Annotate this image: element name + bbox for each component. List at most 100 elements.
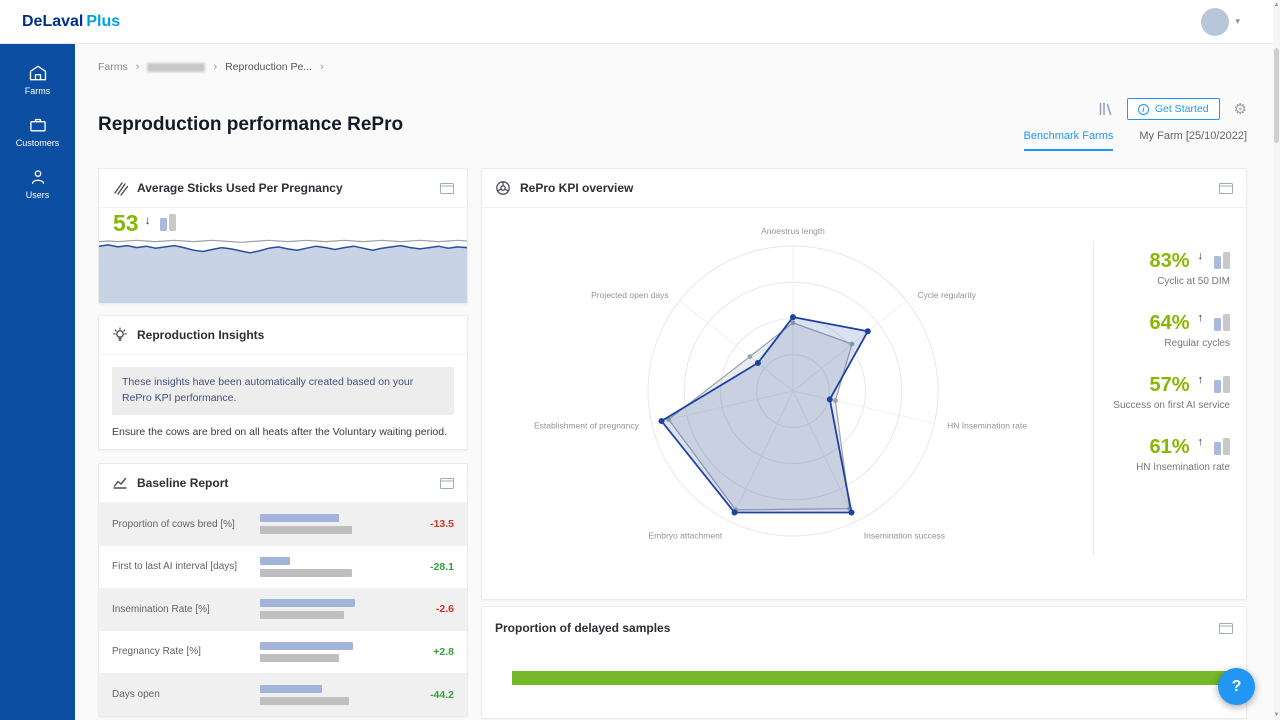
- sticks-value: 53: [113, 213, 139, 235]
- row-label: Proportion of cows bred [%]: [112, 518, 260, 532]
- row-value: +2.8: [357, 646, 454, 658]
- svg-text:Embryo attachment: Embryo attachment: [648, 531, 722, 541]
- view-tabs: Benchmark Farms My Farm [25/10/2022]: [1024, 130, 1247, 151]
- divider: [1093, 241, 1094, 555]
- gear-icon[interactable]: ⚙: [1234, 102, 1247, 117]
- expand-icon[interactable]: [1219, 623, 1233, 634]
- delayed-bar: [512, 671, 1232, 685]
- svg-text:Projected open days: Projected open days: [591, 290, 669, 300]
- brand-primary: DeLaval: [22, 13, 83, 30]
- sidebar-item-label: Users: [26, 190, 50, 200]
- table-row: Days open-44.2: [99, 673, 467, 716]
- get-started-button[interactable]: i Get Started: [1127, 98, 1220, 120]
- chevron-right-icon: ›: [213, 61, 217, 73]
- get-started-label: Get Started: [1155, 103, 1209, 115]
- expand-icon[interactable]: [440, 478, 454, 489]
- chevron-right-icon: ›: [136, 61, 140, 73]
- row-label: Pregnancy Rate [%]: [112, 645, 260, 659]
- card-title: Baseline Report: [137, 476, 228, 490]
- table-row: Pregnancy Rate [%] +2.8: [99, 631, 467, 674]
- breadcrumb-item-current[interactable]: Reproduction Pe...: [225, 61, 312, 73]
- tab-benchmark-farms[interactable]: Benchmark Farms: [1024, 130, 1114, 151]
- breadcrumb-item-farms[interactable]: Farms: [98, 61, 128, 73]
- tab-my-farm[interactable]: My Farm [25/10/2022]: [1139, 130, 1247, 151]
- kpi-stat: 64%↑Regular cycles: [1110, 313, 1230, 349]
- svg-text:Cycle regularity: Cycle regularity: [917, 290, 976, 300]
- expand-icon[interactable]: [440, 183, 454, 194]
- trend-down-icon: ↓: [145, 213, 151, 227]
- page-title: Reproduction performance RePro: [98, 114, 403, 136]
- kpi-value: 57%: [1149, 375, 1189, 395]
- card-repro-kpi-overview: RePro KPI overview Anoestrus lengthCycle…: [481, 168, 1247, 600]
- sidebar-item-label: Farms: [25, 86, 51, 96]
- svg-text:Establishment of pregnancy: Establishment of pregnancy: [534, 420, 640, 430]
- table-row: First to last AI interval [days]-28.1: [99, 546, 467, 589]
- user-menu[interactable]: ▾: [1201, 8, 1240, 36]
- insight-text: Ensure the cows are bred on all heats af…: [112, 425, 454, 440]
- kpi-label: Regular cycles: [1110, 338, 1230, 349]
- insight-highlight: These insights have been automatically c…: [112, 367, 454, 415]
- svg-text:HN Insemination rate: HN Insemination rate: [947, 420, 1027, 430]
- sticks-sparkline: [99, 237, 467, 303]
- card-title: Proportion of delayed samples: [495, 621, 670, 635]
- delayed-bar-track: [512, 671, 1232, 685]
- kpi-label: HN Insemination rate: [1110, 462, 1230, 473]
- row-value: -44.2: [357, 689, 454, 701]
- sidebar-item-farms[interactable]: Farms: [0, 54, 75, 106]
- svg-text:Anoestrus length: Anoestrus length: [761, 226, 825, 236]
- topbar: DeLavalPlus ▾: [0, 0, 1280, 44]
- row-bars: [260, 685, 357, 705]
- expand-icon[interactable]: [1219, 183, 1233, 194]
- kpi-stat: 57%↑Success on first AI service: [1110, 375, 1230, 411]
- sidebar-item-label: Customers: [16, 138, 60, 148]
- kpi-label: Cyclic at 50 DIM: [1110, 276, 1230, 287]
- chevron-down-icon[interactable]: ▾: [1235, 16, 1240, 27]
- bars-icon: [1214, 251, 1230, 269]
- avatar[interactable]: [1201, 8, 1229, 36]
- farms-icon: [28, 63, 48, 83]
- customers-icon: [28, 115, 48, 135]
- chevron-right-icon: ›: [320, 61, 324, 73]
- sticks-icon: [112, 180, 128, 196]
- kpi-main-value: 53 ↓: [113, 213, 176, 235]
- scroll-up-arrow-icon[interactable]: ▲: [1273, 2, 1280, 8]
- table-row: Proportion of cows bred [%]-13.5: [99, 503, 467, 546]
- users-icon: [28, 167, 48, 187]
- row-bars: [260, 599, 357, 619]
- radar-chart: Anoestrus length Cycle regularity HN Insem…: [492, 169, 1132, 599]
- row-value: -28.1: [357, 561, 454, 573]
- app-logo[interactable]: DeLavalPlus: [22, 13, 120, 31]
- bars-icon: [1214, 437, 1230, 455]
- trend-down-icon: ↓: [1198, 250, 1204, 262]
- sidebar: Farms Customers Users: [0, 44, 75, 720]
- card-baseline-report: Baseline Report Proportion of cows bred …: [98, 463, 468, 717]
- kpi-stat: 83% ↓ Cyclic at 50 DIM: [1110, 251, 1230, 287]
- bars-icon: [160, 213, 176, 231]
- kpi-stat: 61% ↑ HN Insemination rate: [1110, 437, 1230, 473]
- card-header: Baseline Report: [99, 464, 467, 503]
- scrollbar-thumb[interactable]: [1274, 48, 1279, 143]
- kpi-value: 61%: [1149, 437, 1189, 457]
- brand-secondary: Plus: [86, 13, 120, 30]
- table-row: Insemination Rate [%]-2.6: [99, 588, 467, 631]
- bars-icon: [1214, 313, 1230, 331]
- sidebar-item-customers[interactable]: Customers: [0, 106, 75, 158]
- scroll-down-arrow-icon[interactable]: ▼: [1273, 712, 1280, 718]
- benchmark-filter-icon[interactable]: [1097, 101, 1113, 117]
- card-average-sticks: Average Sticks Used Per Pregnancy 53 ↓: [98, 168, 468, 304]
- help-button[interactable]: ?: [1218, 668, 1255, 705]
- kpi-stats: 83% ↓ Cyclic at 50 DIM 64%↑Regular cycles 57…: [1110, 251, 1230, 499]
- row-bars: [260, 557, 357, 577]
- kpi-value: 83%: [1149, 251, 1189, 271]
- card-header: Average Sticks Used Per Pregnancy: [99, 169, 467, 208]
- trend-up-icon: ↑: [1198, 436, 1204, 448]
- insight-bulb-icon: [112, 327, 128, 343]
- card-reproduction-insights: Reproduction Insights These insights hav…: [98, 315, 468, 450]
- baseline-rows: Proportion of cows bred [%]-13.5First to…: [99, 503, 467, 716]
- card-header: Proportion of delayed samples: [482, 607, 1246, 645]
- sidebar-item-users[interactable]: Users: [0, 158, 75, 210]
- line-chart-icon: [112, 475, 128, 491]
- breadcrumb-item-farm-name-redacted[interactable]: [147, 63, 205, 72]
- bars-icon: [1214, 375, 1230, 393]
- scrollbar: ▲ ▼: [1273, 0, 1280, 720]
